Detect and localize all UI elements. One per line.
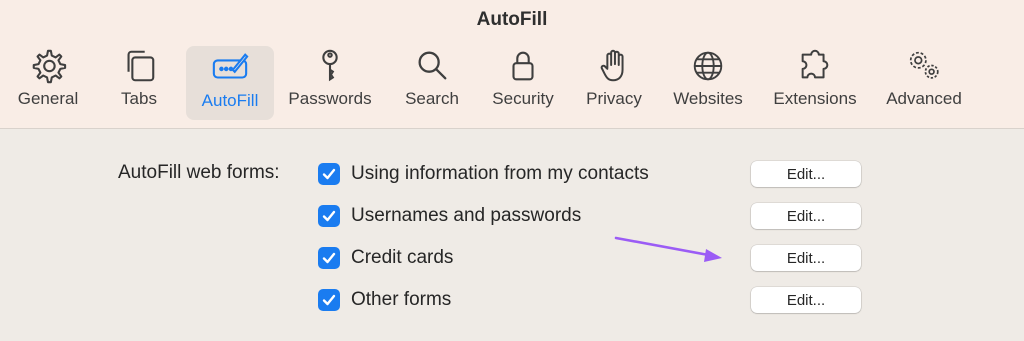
toolbar-label-advanced: Advanced	[886, 89, 962, 108]
other-forms-option-label: Other forms	[351, 289, 452, 310]
toolbar-label-privacy: Privacy	[586, 89, 642, 108]
window-toolbar: AutoFill General Tabs AutoFill Passwords…	[0, 0, 1024, 129]
toolbar-label-general: General	[17, 89, 79, 108]
toolbar-item-websites[interactable]: Websites	[666, 44, 750, 118]
usernames-passwords-checkbox[interactable]	[318, 205, 340, 227]
other-forms-checkbox[interactable]	[318, 289, 340, 311]
puzzle-icon	[793, 44, 837, 88]
checkmark-icon	[322, 210, 336, 222]
toolbar-item-general[interactable]: General	[10, 44, 86, 118]
credit-cards-checkbox[interactable]	[318, 247, 340, 269]
hand-icon	[592, 44, 636, 88]
tabs-icon	[117, 44, 161, 88]
contacts-checkbox[interactable]	[318, 163, 340, 185]
checkmark-icon	[322, 252, 336, 264]
search-icon	[410, 44, 454, 88]
gears-icon	[902, 44, 946, 88]
toolbar-item-tabs[interactable]: Tabs	[104, 44, 174, 118]
key-icon	[308, 44, 352, 88]
contacts-option-label: Using information from my contacts	[351, 163, 649, 184]
toolbar-label-security: Security	[492, 89, 554, 108]
toolbar-label-tabs: Tabs	[121, 89, 157, 108]
autofill-icon	[208, 46, 252, 90]
edit-contacts-button[interactable]: Edit...	[751, 161, 861, 187]
globe-icon	[686, 44, 730, 88]
toolbar-item-autofill[interactable]: AutoFill	[186, 46, 274, 120]
toolbar-item-extensions[interactable]: Extensions	[764, 44, 866, 118]
toolbar-item-privacy[interactable]: Privacy	[580, 44, 648, 118]
toolbar-item-search[interactable]: Search	[396, 44, 468, 118]
passwords-checkbox-row: Usernames and passwords	[318, 203, 581, 229]
gear-icon	[26, 44, 70, 88]
annotation-arrow-icon	[614, 236, 722, 262]
lock-icon	[501, 44, 545, 88]
checkmark-icon	[322, 294, 336, 306]
toolbar-item-advanced[interactable]: Advanced	[878, 44, 970, 118]
credit-cards-checkbox-row: Credit cards	[318, 245, 453, 271]
edit-passwords-button[interactable]: Edit...	[751, 203, 861, 229]
window-title: AutoFill	[476, 9, 548, 30]
toolbar-item-security[interactable]: Security	[484, 44, 562, 118]
usernames-passwords-option-label: Usernames and passwords	[351, 205, 582, 226]
credit-cards-option-label: Credit cards	[351, 247, 454, 268]
edit-credit-cards-button[interactable]: Edit...	[751, 245, 861, 271]
toolbar-label-extensions: Extensions	[773, 89, 857, 108]
toolbar-item-passwords[interactable]: Passwords	[282, 44, 378, 118]
contacts-checkbox-row: Using information from my contacts	[318, 161, 649, 187]
toolbar-label-passwords: Passwords	[288, 89, 372, 108]
edit-other-forms-button[interactable]: Edit...	[751, 287, 861, 313]
autofill-web-forms-label: AutoFill web forms:	[118, 162, 280, 183]
checkmark-icon	[322, 168, 336, 180]
toolbar-label-autofill: AutoFill	[201, 91, 259, 110]
other-forms-checkbox-row: Other forms	[318, 287, 451, 313]
toolbar-label-search: Search	[405, 89, 459, 108]
toolbar-label-websites: Websites	[673, 89, 743, 108]
